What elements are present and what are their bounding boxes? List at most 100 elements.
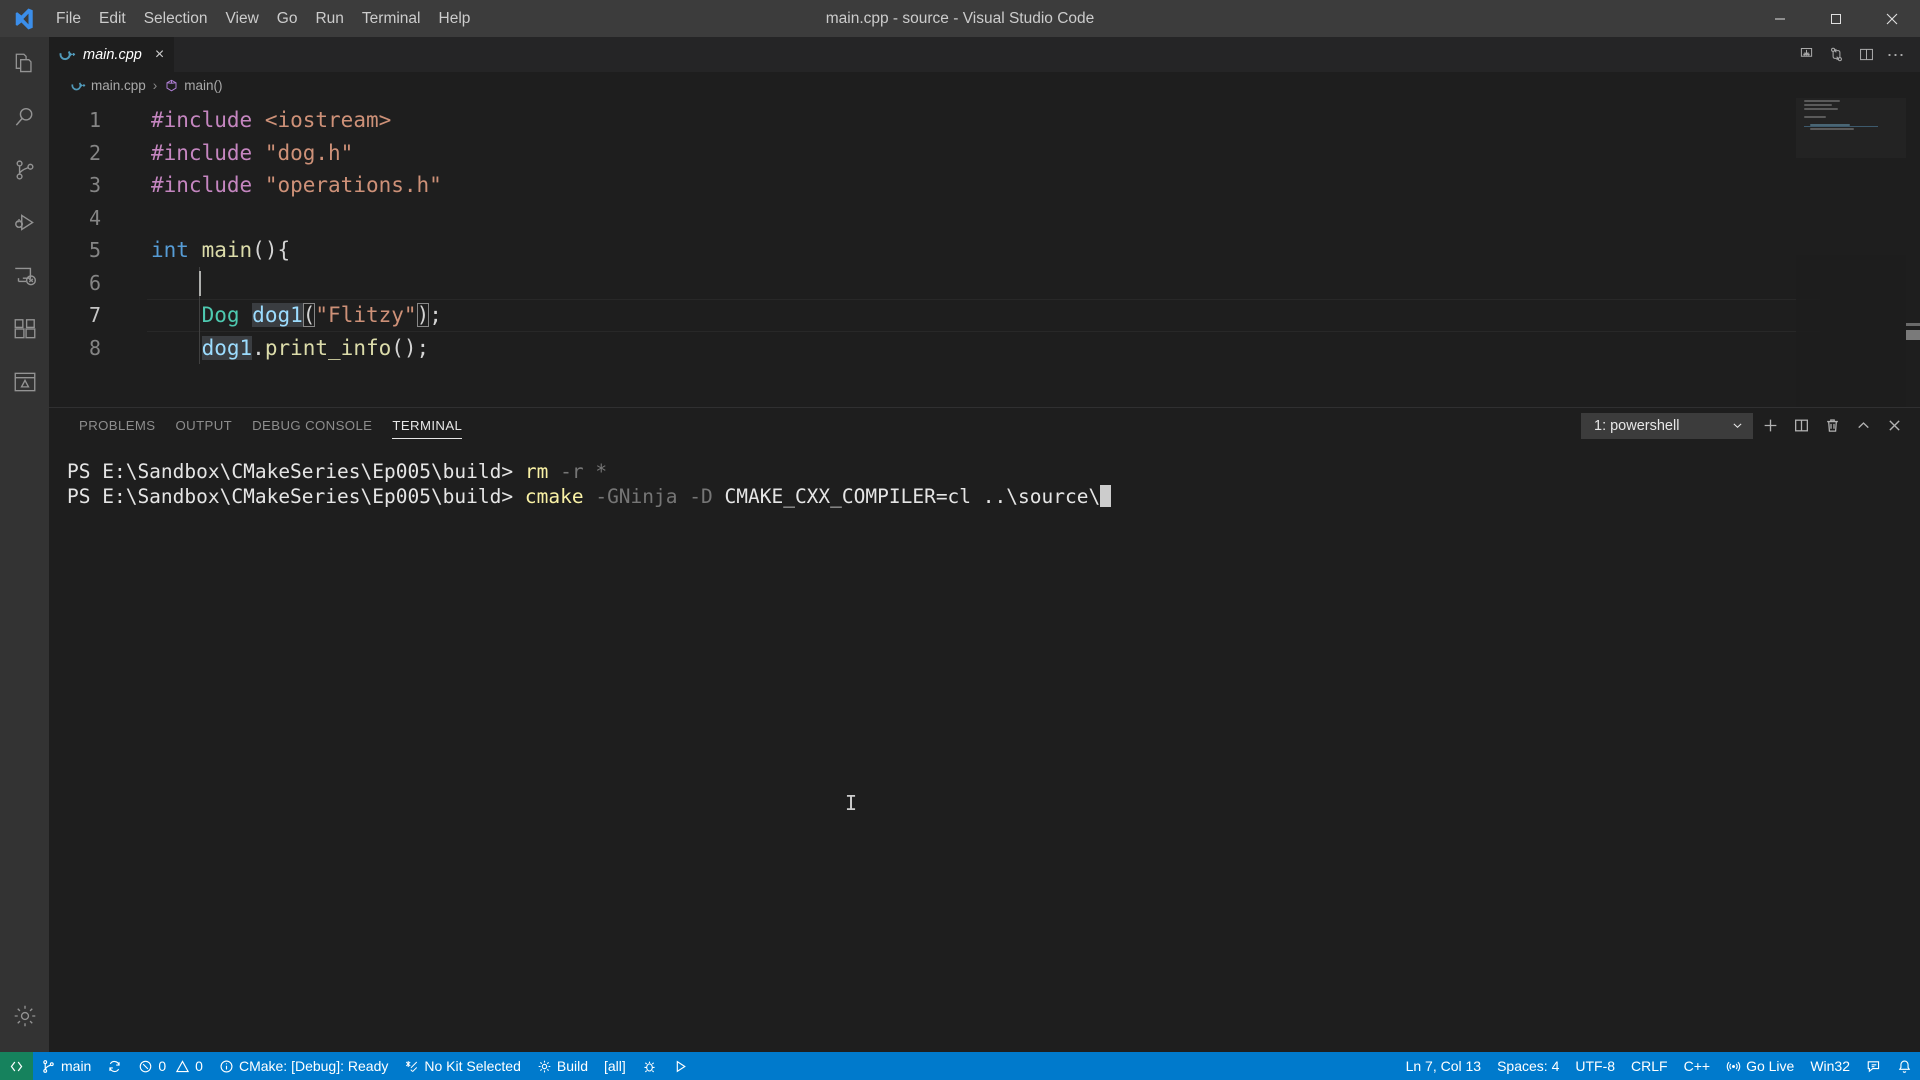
- status-cmake-debug[interactable]: [634, 1052, 665, 1080]
- status-platform[interactable]: Win32: [1802, 1052, 1858, 1080]
- tab-output[interactable]: OUTPUT: [166, 408, 243, 443]
- code-line[interactable]: 1 #include <iostream>: [49, 104, 1920, 137]
- menu-go[interactable]: Go: [268, 0, 307, 37]
- terminal-segment: [584, 460, 596, 483]
- line-number: 4: [88, 205, 101, 230]
- code-line[interactable]: 7 Dog dog1("Flitzy");: [49, 299, 1920, 332]
- code-line-text: dog1.print_info();: [127, 332, 429, 365]
- minimize-button[interactable]: [1752, 0, 1808, 37]
- terminal-segment: *: [595, 460, 608, 483]
- menu-terminal[interactable]: Terminal: [353, 0, 430, 37]
- menu-view[interactable]: View: [216, 0, 267, 37]
- activity-bar: [0, 37, 49, 1052]
- menu-selection[interactable]: Selection: [135, 0, 217, 37]
- line-number: 3: [88, 173, 101, 197]
- editor-tab-bar: main.cpp × ⋯: [49, 37, 1920, 72]
- ellipsis-icon[interactable]: ⋯: [1882, 41, 1910, 69]
- close-panel-button[interactable]: [1880, 412, 1908, 440]
- code-token: dog1: [201, 335, 253, 360]
- code-token: ): [416, 303, 430, 327]
- status-cmake-run[interactable]: [665, 1052, 696, 1080]
- terminal-segment: -GNinja: [595, 485, 678, 508]
- terminal-segment: [548, 460, 560, 483]
- editor-scrollbar[interactable]: [1906, 98, 1920, 407]
- status-cmake-info[interactable]: CMake: [Debug]: Ready: [211, 1052, 396, 1080]
- status-feedback[interactable]: [1858, 1052, 1889, 1080]
- sidebar-item-search[interactable]: [0, 90, 49, 143]
- split-terminal-button[interactable]: [1787, 412, 1815, 440]
- sidebar-item-extensions[interactable]: [0, 302, 49, 355]
- terminal-select[interactable]: 1: powershell: [1581, 412, 1753, 439]
- status-cmake-target[interactable]: [all]: [596, 1052, 634, 1080]
- split-editor-icon[interactable]: [1852, 41, 1880, 69]
- code-editor[interactable]: 1 #include <iostream> 2 #include "dog.h" 3 #i…: [49, 98, 1920, 407]
- status-language-mode[interactable]: C++: [1676, 1052, 1718, 1080]
- git-compare-icon[interactable]: [1822, 41, 1850, 69]
- run-code-icon[interactable]: [1792, 41, 1820, 69]
- tab-terminal[interactable]: TERMINAL: [382, 408, 472, 443]
- minimap-slider[interactable]: [1796, 98, 1906, 158]
- tab-problems[interactable]: PROBLEMS: [69, 408, 166, 443]
- code-line-text: #include "dog.h": [127, 137, 353, 170]
- code-token: (){: [252, 238, 291, 262]
- maximize-panel-button[interactable]: [1849, 412, 1877, 440]
- line-number: 1: [88, 108, 101, 132]
- tab-close-icon[interactable]: ×: [155, 46, 164, 63]
- code-line[interactable]: 5 int main(){: [49, 234, 1920, 267]
- status-cursor-position[interactable]: Ln 7, Col 13: [1398, 1052, 1490, 1080]
- kill-terminal-button[interactable]: [1818, 412, 1846, 440]
- status-indentation[interactable]: Spaces: 4: [1489, 1052, 1567, 1080]
- status-problems[interactable]: 0 0: [130, 1052, 211, 1080]
- editor-actions: ⋯: [1792, 37, 1920, 72]
- status-kit-label: No Kit Selected: [424, 1058, 521, 1074]
- status-encoding[interactable]: UTF-8: [1567, 1052, 1623, 1080]
- overview-ruler-mark: [1906, 330, 1920, 340]
- maximize-button[interactable]: [1808, 0, 1864, 37]
- code-line[interactable]: 3 #include "operations.h": [49, 169, 1920, 202]
- new-terminal-button[interactable]: [1756, 412, 1784, 440]
- status-cmake-kit[interactable]: No Kit Selected: [396, 1052, 529, 1080]
- code-token: <iostream>: [264, 108, 392, 132]
- tab-debug-console[interactable]: DEBUG CONSOLE: [242, 408, 382, 443]
- breadcrumb-symbol[interactable]: main(): [184, 78, 222, 93]
- cpp-file-icon: [71, 78, 86, 93]
- terminal-scrollbar[interactable]: [1906, 443, 1920, 1052]
- gear-icon[interactable]: [0, 989, 49, 1042]
- status-eol[interactable]: CRLF: [1623, 1052, 1676, 1080]
- code-line-text: #include "operations.h": [127, 169, 442, 202]
- line-number: 5: [88, 238, 101, 262]
- sidebar-item-run-debug[interactable]: [0, 196, 49, 249]
- sidebar-item-cmake[interactable]: [0, 355, 49, 408]
- tab-main-cpp[interactable]: main.cpp ×: [49, 37, 176, 72]
- status-sync[interactable]: [99, 1052, 130, 1080]
- status-go-live[interactable]: Go Live: [1718, 1052, 1802, 1080]
- code-line[interactable]: 2 #include "dog.h": [49, 137, 1920, 170]
- line-number: 8: [88, 335, 101, 360]
- terminal-lines: PS E:\Sandbox\CMakeSeries\Ep005\build> r…: [67, 459, 1920, 509]
- menu-run[interactable]: Run: [306, 0, 352, 37]
- status-cmake-build[interactable]: Build: [529, 1052, 596, 1080]
- breadcrumb: main.cpp › main(): [49, 72, 1920, 98]
- sidebar-item-explorer[interactable]: [0, 37, 49, 90]
- sidebar-item-source-control[interactable]: [0, 143, 49, 196]
- terminal-segment: PS E:\Sandbox\CMakeSeries\Ep005\build>: [67, 485, 525, 508]
- status-go-live-label: Go Live: [1746, 1058, 1795, 1074]
- minimap[interactable]: [1796, 98, 1906, 407]
- status-branch[interactable]: main: [33, 1052, 99, 1080]
- code-line[interactable]: 4: [49, 202, 1920, 235]
- menu-file[interactable]: File: [47, 0, 90, 37]
- status-remote-indicator[interactable]: [0, 1052, 33, 1080]
- status-notifications[interactable]: [1889, 1052, 1920, 1080]
- code-line[interactable]: 6: [49, 267, 1920, 300]
- menu-help[interactable]: Help: [430, 0, 480, 37]
- sidebar-item-remote-explorer[interactable]: [0, 249, 49, 302]
- terminal-output[interactable]: PS E:\Sandbox\CMakeSeries\Ep005\build> r…: [49, 443, 1920, 1052]
- terminal-select-value: 1: powershell: [1594, 417, 1680, 434]
- menu-edit[interactable]: Edit: [90, 0, 135, 37]
- code-line[interactable]: 8 dog1.print_info();: [49, 332, 1920, 365]
- breadcrumb-file[interactable]: main.cpp: [91, 78, 146, 93]
- close-button[interactable]: [1864, 0, 1920, 37]
- code-line-text: #include <iostream>: [127, 104, 391, 137]
